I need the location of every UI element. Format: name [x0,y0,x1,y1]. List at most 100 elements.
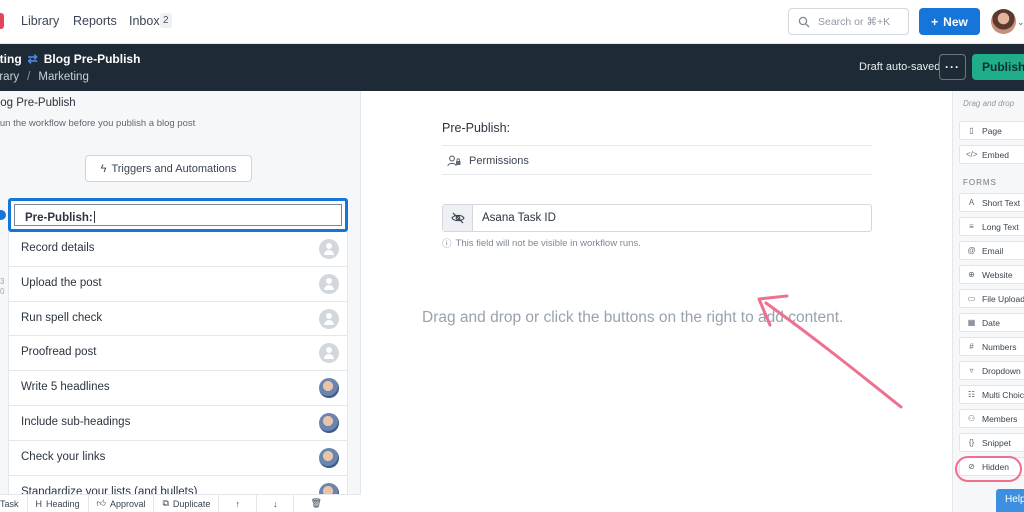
dropdown-icon: ▿ [969,366,974,375]
new-button[interactable]: + New [919,8,980,35]
hidden-field[interactable]: Asana Task ID [442,204,872,232]
members-icon: ⚇ [967,414,976,423]
at-icon: @ [967,246,976,255]
task-heading[interactable]: Pre-Publish: [442,121,510,135]
palette-item-label: File Upload [982,293,1024,304]
eye-slash-icon [443,205,473,231]
snippet-icon: {} [968,438,975,447]
task-label: Pre-Publish: [25,211,95,224]
assignee-avatar[interactable] [319,447,339,468]
help-button[interactable]: Help [996,489,1024,512]
hidden-field-note-text: This field will not be visible in workfl… [455,237,641,249]
search-icon [798,16,810,28]
user-lock-icon [447,155,461,167]
nav-reports-link[interactable]: Reports [73,14,117,28]
hidden-field-note: ⓘ This field will not be visible in work… [442,236,641,251]
text-icon: A [968,198,975,207]
breadcrumb-marketing[interactable]: Marketing [38,71,89,83]
user-avatar[interactable] [991,9,1016,34]
palette-item-dropdown[interactable]: ▿ Dropdown [959,361,1024,380]
unassigned-avatar[interactable] [319,239,339,259]
file-icon: ▭ [967,294,976,303]
palette-item-label: Long Text [982,221,1019,232]
task-row[interactable]: Check your links [8,440,348,476]
breadcrumb: Library / Marketing [0,71,89,83]
calendar-icon: ▦ [967,318,976,327]
workflow-header: Editing ⇄ Blog Pre-Publish Library / Marke… [0,44,1024,91]
palette-item-label: Short Text [982,197,1021,208]
task-panel: Blog Pre-Publish Run the workflow before… [0,91,361,512]
task-content-canvas: Pre-Publish: Permissions Asana Task ID ⓘ… [361,91,952,512]
palette-item-numbers[interactable]: # Numbers [959,337,1024,356]
arrow-down-icon: ↓ [272,498,278,509]
task-row[interactable]: Run spell check [8,301,348,337]
palette-item-members[interactable]: ⚇ Members [959,409,1024,428]
breadcrumb-library[interactable]: Library [0,71,19,83]
lightning-icon: ϟ [100,162,107,175]
palette-item-label: Page [982,125,1002,136]
palette-item-label: Embed [982,149,1009,160]
triggers-automations-button[interactable]: ϟ Triggers and Automations [85,155,252,182]
task-row[interactable]: Record details [8,232,348,267]
duplicate-button[interactable]: ⧉ Duplicate [154,494,220,512]
unassigned-avatar[interactable] [319,343,339,364]
task-row[interactable]: Upload the post [8,266,348,302]
permissions-row[interactable]: Permissions [442,145,872,175]
task-label: Check your links [21,450,106,463]
palette-item-label: Snippet [982,437,1011,448]
palette-item-embed[interactable]: </> Embed [959,145,1024,164]
add-approval-button[interactable]: 👍︎ Approval [89,494,155,512]
nav-library-link[interactable]: Library [21,14,59,28]
task-row[interactable]: Include sub-headings [8,405,348,441]
task-row[interactable]: Write 5 headlines [8,371,348,406]
move-up-button[interactable]: ↑ [219,494,257,512]
palette-item-label: Dropdown [982,365,1021,376]
palette-item-file-upload[interactable]: ▭ File Upload [959,289,1024,308]
globe-icon: ⊕ [968,270,975,279]
palette-hint: Drag and drop [963,99,1015,108]
assignee-avatar[interactable] [319,378,339,399]
task-row[interactable]: Pre-Publish: [8,198,348,232]
palette-item-website[interactable]: ⊕ Website [959,265,1024,284]
delete-button[interactable]: 🗑︎ [294,495,337,512]
workflow-title: Blog Pre-Publish [0,97,76,109]
unassigned-avatar[interactable] [319,273,339,294]
info-icon: ⓘ [442,239,452,250]
code-icon: </> [966,150,978,159]
active-step-marker [0,210,6,220]
copy-icon: ⧉ [162,498,169,508]
workflow-description: Run the workflow before you publish a bl… [0,118,196,129]
add-task-button[interactable]: Task [0,494,28,512]
palette-item-short-text[interactable]: A Short Text [959,193,1024,212]
save-status: Draft auto-saved [859,61,941,73]
assignee-avatar[interactable] [319,412,339,433]
numbers-icon: # [969,342,974,351]
multi-choice-icon: ☷ [967,390,976,399]
palette-item-multi-choice[interactable]: ☷ Multi Choice [959,385,1024,404]
more-options-button[interactable]: ··· [939,54,966,80]
app-logo[interactable] [0,13,4,29]
publish-button[interactable]: Publish [972,54,1024,80]
paragraph-icon: ≡ [969,222,974,231]
duplicate-label: Duplicate [172,498,211,509]
palette-item-date[interactable]: ▦ Date [959,313,1024,332]
palette-item-label: Members [982,413,1018,424]
chevron-down-icon[interactable]: ⌄ [1017,17,1024,28]
unassigned-avatar[interactable] [319,308,339,329]
palette-item-hidden[interactable]: ⊘ Hidden [959,457,1024,476]
add-heading-button[interactable]: H Heading [28,494,89,512]
palette-item-long-text[interactable]: ≡ Long Text [959,217,1024,236]
palette-item-email[interactable]: @ Email [959,241,1024,260]
palette-item-page[interactable]: ▯ Page [959,121,1024,140]
palette-item-snippet[interactable]: {} Snippet [959,433,1024,452]
drop-hint: Drag and drop or click the buttons on th… [422,309,844,326]
eye-slash-icon: ⊘ [968,462,975,471]
task-row[interactable]: Proofread post [8,336,348,372]
task-title-input[interactable]: Pre-Publish: [14,204,342,226]
heading-label: Heading [46,498,80,509]
hidden-field-label[interactable]: Asana Task ID [473,205,556,231]
search-input[interactable]: Search or ⌘+K [788,8,909,35]
trash-icon: 🗑︎ [310,498,322,508]
nav-inbox-link[interactable]: Inbox [129,14,160,28]
move-down-button[interactable]: ↓ [257,494,295,512]
